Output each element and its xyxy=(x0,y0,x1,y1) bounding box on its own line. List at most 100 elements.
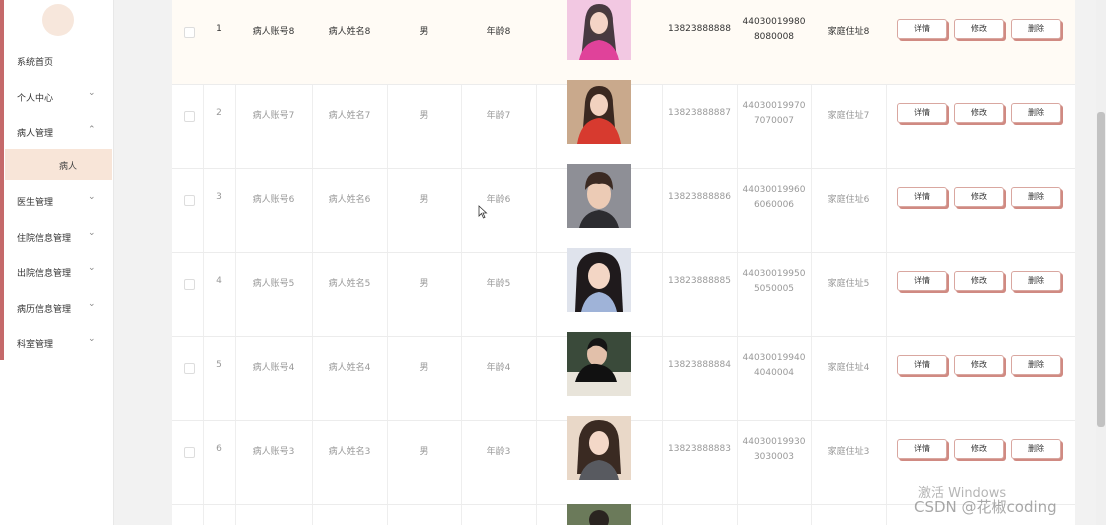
patient-id-number: 44030019980 xyxy=(742,17,806,27)
patient-age: 年龄3 xyxy=(486,447,511,457)
sidebar-item-label: 住院信息管理 xyxy=(17,234,72,244)
patient-id-number-cont: 7070007 xyxy=(753,116,795,126)
row-checkbox[interactable] xyxy=(184,363,195,374)
table-row: 2 病人账号7 病人姓名7 男 年龄7 13823888887 44030019… xyxy=(172,80,1075,169)
sidebar-item-admission-management[interactable]: 住院信息管理 ⌄ xyxy=(0,220,113,252)
edit-button[interactable]: 修改 xyxy=(954,271,1004,291)
patient-name: 病人姓名8 xyxy=(328,27,371,37)
patient-id-number-cont: 5050005 xyxy=(753,284,795,294)
row-checkbox[interactable] xyxy=(184,279,195,290)
detail-button[interactable]: 详情 xyxy=(897,439,947,459)
chevron-down-icon: ⌄ xyxy=(88,228,96,238)
scrollbar-thumb[interactable] xyxy=(1097,112,1105,427)
patient-name: 病人姓名3 xyxy=(328,447,371,457)
delete-button[interactable]: 删除 xyxy=(1011,187,1061,207)
patient-phone: 13823888886 xyxy=(668,192,731,202)
edit-button[interactable]: 修改 xyxy=(954,103,1004,123)
row-checkbox[interactable] xyxy=(184,195,195,206)
delete-button[interactable]: 删除 xyxy=(1011,103,1061,123)
detail-button[interactable]: 详情 xyxy=(897,271,947,291)
patient-name: 病人姓名5 xyxy=(328,279,371,289)
sidebar-item-label: 病人管理 xyxy=(17,129,54,139)
delete-button[interactable]: 删除 xyxy=(1011,439,1061,459)
row-index: 6 xyxy=(216,444,222,454)
patient-gender: 男 xyxy=(419,363,429,373)
patient-account: 病人账号8 xyxy=(252,27,295,37)
patient-id-number: 44030019940 xyxy=(742,353,806,363)
patient-address: 家庭住址5 xyxy=(827,279,870,289)
sidebar-item-patient-management[interactable]: 病人管理 ⌃ xyxy=(0,115,113,147)
detail-button[interactable]: 详情 xyxy=(897,187,947,207)
row-checkbox[interactable] xyxy=(184,447,195,458)
patient-address: 家庭住址8 xyxy=(827,27,870,37)
patient-id-number: 44030019930 xyxy=(742,437,806,447)
detail-button[interactable]: 详情 xyxy=(897,355,947,375)
patient-id-number-cont: 6060006 xyxy=(753,200,795,210)
row-index: 3 xyxy=(216,192,222,202)
patient-photo xyxy=(567,0,631,60)
row-index: 5 xyxy=(216,360,222,370)
detail-button[interactable]: 详情 xyxy=(897,103,947,123)
edit-button[interactable]: 修改 xyxy=(954,19,1004,39)
delete-button[interactable]: 删除 xyxy=(1011,355,1061,375)
row-index: 4 xyxy=(216,276,222,286)
patient-photo-partial xyxy=(567,504,631,525)
sidebar-item-doctor-management[interactable]: 医生管理 ⌄ xyxy=(0,184,113,216)
chevron-up-icon: ⌃ xyxy=(88,125,96,135)
sidebar-subitem-patient[interactable]: 病人 xyxy=(5,149,112,180)
patient-age: 年龄8 xyxy=(486,27,511,37)
patient-name: 病人姓名4 xyxy=(328,363,371,373)
patient-phone: 13823888885 xyxy=(668,276,731,286)
sidebar: 系统首页 个人中心 ⌄ 病人管理 ⌃ 病人 医生管理 ⌄ 住院信息管理 ⌄ 出院… xyxy=(0,0,114,525)
patient-photo xyxy=(567,416,631,480)
sidebar-item-label: 医生管理 xyxy=(17,198,54,208)
patient-id-number: 44030019950 xyxy=(742,269,806,279)
patient-name: 病人姓名7 xyxy=(328,111,371,121)
patient-photo xyxy=(567,80,631,144)
row-checkbox[interactable] xyxy=(184,111,195,122)
patient-age: 年龄5 xyxy=(486,279,511,289)
patient-table: 1 病人账号8 病人姓名8 男 年龄8 13823888888 44030019… xyxy=(172,0,1075,525)
patient-gender: 男 xyxy=(419,111,429,121)
patient-photo xyxy=(567,332,631,396)
patient-account: 病人账号3 xyxy=(252,447,295,457)
detail-button[interactable]: 详情 xyxy=(897,19,947,39)
patient-id-number: 44030019960 xyxy=(742,185,806,195)
avatar[interactable] xyxy=(42,4,74,36)
patient-account: 病人账号5 xyxy=(252,279,295,289)
patient-account: 病人账号7 xyxy=(252,111,295,121)
sidebar-item-home[interactable]: 系统首页 xyxy=(0,44,113,76)
sidebar-item-personal-center[interactable]: 个人中心 ⌄ xyxy=(0,80,113,112)
patient-name: 病人姓名6 xyxy=(328,195,371,205)
chevron-down-icon: ⌄ xyxy=(88,299,96,309)
patient-gender: 男 xyxy=(419,447,429,457)
sidebar-item-label: 个人中心 xyxy=(17,94,54,104)
chevron-down-icon: ⌄ xyxy=(88,334,96,344)
patient-id-number-cont: 4040004 xyxy=(753,368,795,378)
sidebar-item-label: 病历信息管理 xyxy=(17,305,72,315)
patient-gender: 男 xyxy=(419,195,429,205)
patient-phone: 13823888884 xyxy=(668,360,731,370)
patient-id-number-cont: 8080008 xyxy=(753,32,795,42)
table-row: 3 病人账号6 病人姓名6 男 年龄6 13823888886 44030019… xyxy=(172,164,1075,253)
sidebar-item-label: 系统首页 xyxy=(17,58,54,68)
table-row: 4 病人账号5 病人姓名5 男 年龄5 13823888885 44030019… xyxy=(172,248,1075,337)
row-checkbox[interactable] xyxy=(184,27,195,38)
sidebar-item-department-management[interactable]: 科室管理 ⌄ xyxy=(0,326,113,358)
csdn-watermark: CSDN @花椒coding xyxy=(914,498,1057,516)
row-index: 2 xyxy=(216,108,222,118)
sidebar-item-discharge-management[interactable]: 出院信息管理 ⌄ xyxy=(0,255,113,287)
edit-button[interactable]: 修改 xyxy=(954,187,1004,207)
table-row: 1 病人账号8 病人姓名8 男 年龄8 13823888888 44030019… xyxy=(172,0,1075,85)
patient-account: 病人账号4 xyxy=(252,363,295,373)
patient-gender: 男 xyxy=(419,27,429,37)
patient-photo xyxy=(567,164,631,228)
patient-address: 家庭住址7 xyxy=(827,111,870,121)
edit-button[interactable]: 修改 xyxy=(954,439,1004,459)
delete-button[interactable]: 删除 xyxy=(1011,19,1061,39)
patient-age: 年龄7 xyxy=(486,111,511,121)
edit-button[interactable]: 修改 xyxy=(954,355,1004,375)
patient-id-number-cont: 3030003 xyxy=(753,452,795,462)
delete-button[interactable]: 删除 xyxy=(1011,271,1061,291)
sidebar-item-medical-record-management[interactable]: 病历信息管理 ⌄ xyxy=(0,291,113,323)
